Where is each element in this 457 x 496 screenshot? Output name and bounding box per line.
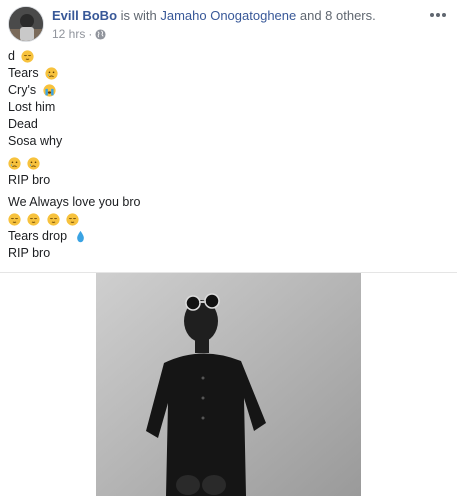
text-line: Tears drop xyxy=(8,228,140,245)
line-text: Cry's xyxy=(8,83,37,97)
post-photo[interactable] xyxy=(96,273,361,496)
emoji-row xyxy=(8,155,140,172)
line-text: Tears drop xyxy=(8,229,68,243)
emoji-row xyxy=(8,211,140,228)
post-photo-container xyxy=(0,272,457,496)
text-line: Sosa why xyxy=(8,134,63,148)
relieved-face-icon xyxy=(66,213,80,226)
post-title-line: Evill BoBo is with Jamaho Onogatoghene a… xyxy=(52,8,376,24)
with-text: is with xyxy=(117,8,161,23)
text-line: Lost him xyxy=(8,100,56,114)
crying-face-icon xyxy=(27,157,41,170)
post-timestamp[interactable]: 12 hrs xyxy=(52,27,85,41)
text-paragraph: d Tears Cry's Lost him Dead Sosa why xyxy=(8,48,140,150)
more-options-icon[interactable] xyxy=(427,6,449,24)
text-line: Tears xyxy=(8,65,140,82)
post-header: Evill BoBo is with Jamaho Onogatoghene a… xyxy=(8,6,449,42)
line-text: Tears xyxy=(8,66,39,80)
text-line: RIP bro xyxy=(8,173,51,187)
author-name-link[interactable]: Evill BoBo xyxy=(52,8,117,23)
post-meta: 12 hrs · xyxy=(52,27,106,41)
crying-face-icon xyxy=(45,67,58,80)
text-line: Dead xyxy=(8,117,38,131)
relieved-face-icon xyxy=(47,213,60,226)
others-link[interactable]: and 8 others. xyxy=(296,8,376,23)
crying-face-icon xyxy=(8,157,21,170)
meta-separator: · xyxy=(88,27,93,41)
relieved-face-icon xyxy=(8,213,21,226)
post-text: d Tears Cry's Lost him Dead Sosa why RIP… xyxy=(8,48,140,267)
text-paragraph: We Always love you bro Tears drop RIP br… xyxy=(8,194,140,262)
text-line: RIP bro xyxy=(8,246,51,260)
line-text: d xyxy=(8,49,15,63)
relieved-face-icon xyxy=(21,50,35,63)
tagged-person-link[interactable]: Jamaho Onogatoghene xyxy=(160,8,296,23)
text-line: We Always love you bro xyxy=(8,195,141,209)
facebook-post: Evill BoBo is with Jamaho Onogatoghene a… xyxy=(0,0,457,496)
text-paragraph: RIP bro xyxy=(8,155,140,189)
globe-icon[interactable] xyxy=(95,28,106,40)
author-avatar[interactable] xyxy=(8,6,44,42)
text-line: d xyxy=(8,48,140,65)
text-line: Cry's xyxy=(8,82,140,99)
droplet-icon xyxy=(76,230,84,243)
loudly-crying-face-icon xyxy=(42,84,56,97)
relieved-face-icon xyxy=(27,213,41,226)
